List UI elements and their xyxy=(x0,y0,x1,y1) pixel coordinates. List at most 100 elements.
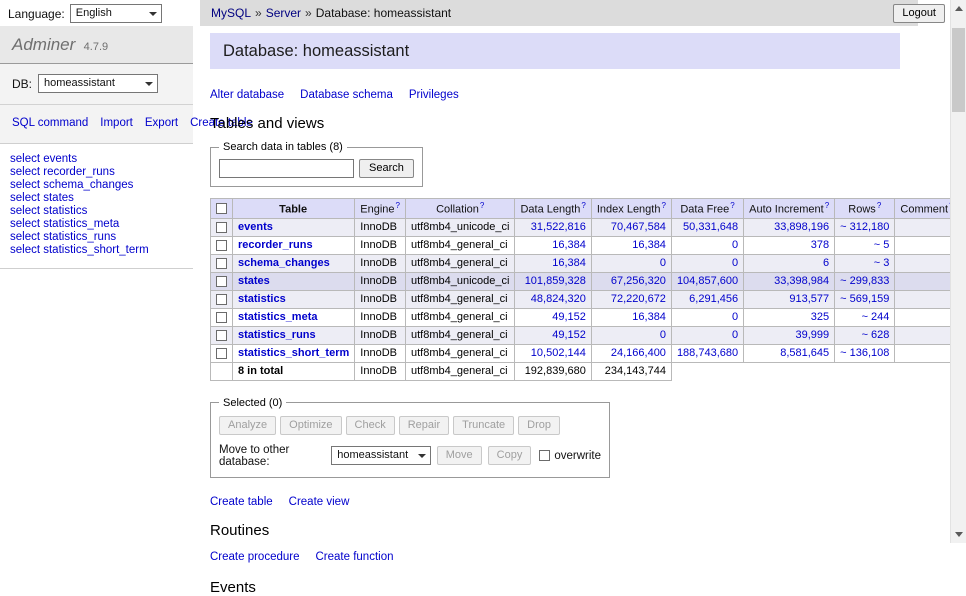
table-header-row: TableEngine?Collation?Data Length?Index … xyxy=(211,199,960,219)
move-button[interactable]: Move xyxy=(437,446,482,465)
totals-label: 8 in total xyxy=(233,362,355,380)
sidebar-table-link[interactable]: select recorder_runs xyxy=(10,166,183,179)
row-checkbox[interactable] xyxy=(216,312,227,323)
table-name-link[interactable]: states xyxy=(238,275,270,287)
tables-heading: Tables and views xyxy=(210,115,917,132)
column-help-link[interactable]: ? xyxy=(730,201,734,210)
db-select[interactable]: homeassistant xyxy=(38,74,158,93)
sidebar-action-link[interactable]: Import xyxy=(100,117,133,129)
db-nav-link[interactable]: Database schema xyxy=(300,89,393,101)
column-help-link[interactable]: ? xyxy=(480,201,484,210)
vertical-scrollbar[interactable] xyxy=(950,0,966,543)
sidebar-table-link[interactable]: select statistics_runs xyxy=(10,231,183,244)
db-nav-link[interactable]: Privileges xyxy=(409,89,459,101)
table-name-link[interactable]: statistics_meta xyxy=(238,311,318,323)
collation-cell: utf8mb4_general_ci xyxy=(406,254,515,272)
db-nav-link[interactable]: Alter database xyxy=(210,89,284,101)
table-row: statistics_meta InnoDB utf8mb4_general_c… xyxy=(211,308,960,326)
data-length-cell: 101,859,328 xyxy=(515,272,591,290)
copy-button[interactable]: Copy xyxy=(488,446,532,465)
selected-action-button[interactable]: Repair xyxy=(399,416,449,435)
row-checkbox[interactable] xyxy=(216,258,227,269)
row-checkbox[interactable] xyxy=(216,330,227,341)
table-name-link[interactable]: statistics_short_term xyxy=(238,347,349,359)
create-link[interactable]: Create table xyxy=(210,496,273,508)
top-bar: Language: English MySQL»Server»Database:… xyxy=(0,0,950,26)
column-help-link[interactable]: ? xyxy=(396,201,400,210)
selected-action-button[interactable]: Truncate xyxy=(453,416,514,435)
table-row: statistics_short_term InnoDB utf8mb4_gen… xyxy=(211,344,960,362)
selected-action-button[interactable]: Drop xyxy=(518,416,560,435)
table-name-link[interactable]: recorder_runs xyxy=(238,239,313,251)
language-chooser: Language: English xyxy=(8,4,162,23)
search-button[interactable]: Search xyxy=(359,159,414,178)
index-length-cell: 72,220,672 xyxy=(591,290,671,308)
column-help-link[interactable]: ? xyxy=(825,201,829,210)
column-header-label: Table xyxy=(279,204,307,216)
row-checkbox[interactable] xyxy=(216,294,227,305)
table-name-link[interactable]: schema_changes xyxy=(238,257,330,269)
move-label: Move to other database: xyxy=(219,444,325,468)
auto-increment-cell: 33,898,196 xyxy=(744,218,835,236)
row-checkbox[interactable] xyxy=(216,222,227,233)
overwrite-label: overwrite xyxy=(554,450,601,462)
table-name-link[interactable]: statistics_runs xyxy=(238,329,316,341)
breadcrumb-link-mysql[interactable]: MySQL xyxy=(211,6,251,20)
scrollbar-thumb[interactable] xyxy=(952,28,965,112)
breadcrumb-link-server[interactable]: Server xyxy=(266,6,301,20)
sidebar-table-link[interactable]: select states xyxy=(10,192,183,205)
search-fieldset: Search data in tables (8) Search xyxy=(210,141,423,187)
column-help-link[interactable]: ? xyxy=(877,201,881,210)
create-link[interactable]: Create view xyxy=(289,496,350,508)
select-all-checkbox[interactable] xyxy=(216,203,227,214)
row-checkbox[interactable] xyxy=(216,240,227,251)
sidebar-action-link[interactable]: Export xyxy=(145,117,178,129)
search-input[interactable] xyxy=(219,159,354,178)
sidebar-table-link[interactable]: select schema_changes xyxy=(10,179,183,192)
main-content: Database: homeassistant Alter database Da… xyxy=(210,26,917,596)
routine-link[interactable]: Create procedure xyxy=(210,551,300,563)
column-header: Table xyxy=(233,199,355,219)
scroll-down-button[interactable] xyxy=(951,527,966,543)
row-select-cell xyxy=(211,290,233,308)
column-header-label: Rows xyxy=(848,204,876,216)
column-header-label: Engine xyxy=(360,204,394,216)
routine-link[interactable]: Create function xyxy=(316,551,394,563)
table-name-link[interactable]: statistics xyxy=(238,293,286,305)
table-row: events InnoDB utf8mb4_unicode_ci 31,522,… xyxy=(211,218,960,236)
auto-increment-cell: 378 xyxy=(744,236,835,254)
scroll-up-button[interactable] xyxy=(951,0,966,16)
sidebar-action-link[interactable]: SQL command xyxy=(12,117,88,129)
sidebar-table-link[interactable]: select statistics_short_term xyxy=(10,244,183,257)
selected-action-button[interactable]: Optimize xyxy=(280,416,341,435)
index-length-cell: 0 xyxy=(591,326,671,344)
table-name-link[interactable]: events xyxy=(238,221,273,233)
sidebar-table-link[interactable]: select statistics_meta xyxy=(10,218,183,231)
column-header-label: Data Length xyxy=(520,204,580,216)
row-checkbox[interactable] xyxy=(216,276,227,287)
db-chooser: DB: homeassistant xyxy=(0,64,193,105)
table-row: statistics_runs InnoDB utf8mb4_general_c… xyxy=(211,326,960,344)
collation-cell: utf8mb4_unicode_ci xyxy=(406,272,515,290)
column-help-link[interactable]: ? xyxy=(581,201,585,210)
row-checkbox[interactable] xyxy=(216,348,227,359)
column-header: Rows? xyxy=(835,199,895,219)
language-select-value: English xyxy=(76,7,112,19)
sidebar-table-link[interactable]: select events xyxy=(10,153,183,166)
row-select-cell xyxy=(211,272,233,290)
selected-action-button[interactable]: Check xyxy=(346,416,395,435)
page-title: Database: homeassistant xyxy=(210,33,900,69)
data-free-cell: 6,291,456 xyxy=(671,290,743,308)
move-db-select[interactable]: homeassistant xyxy=(331,446,431,465)
engine-cell: InnoDB xyxy=(355,308,406,326)
selected-action-button[interactable]: Analyze xyxy=(219,416,276,435)
overwrite-checkbox[interactable] xyxy=(539,450,550,461)
index-length-cell: 70,467,584 xyxy=(591,218,671,236)
logout-button[interactable]: Logout xyxy=(893,4,945,23)
data-free-cell: 0 xyxy=(671,308,743,326)
column-help-link[interactable]: ? xyxy=(661,201,665,210)
collation-cell: utf8mb4_general_ci xyxy=(406,236,515,254)
language-select[interactable]: English xyxy=(70,4,162,23)
sidebar-table-link[interactable]: select statistics xyxy=(10,205,183,218)
arrow-up-icon xyxy=(955,2,963,11)
